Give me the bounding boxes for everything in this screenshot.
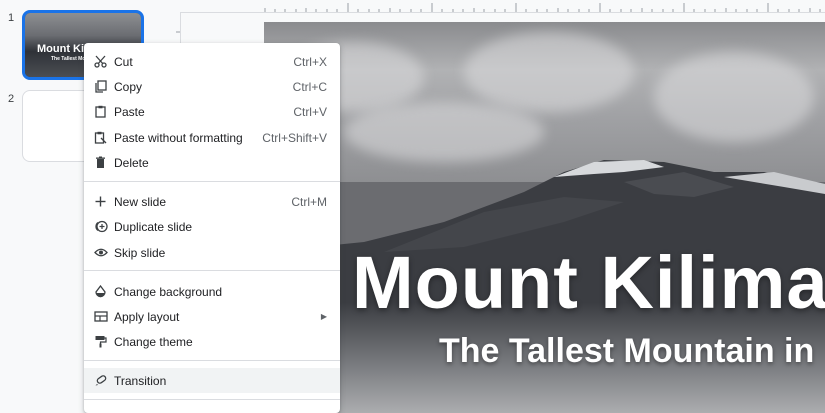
eye-icon: [93, 245, 108, 260]
menu-label: Delete: [114, 155, 149, 170]
paint-roller-icon: [93, 334, 108, 349]
menu-label: Change theme: [114, 334, 193, 349]
clipboard-icon: [93, 104, 108, 119]
menu-divider: [84, 181, 340, 182]
slide-number-2: 2: [8, 93, 15, 105]
slide-subtitle[interactable]: The Tallest Mountain in: [439, 332, 814, 371]
plus-icon: [93, 194, 108, 209]
menu-item-duplicate-slide[interactable]: Duplicate slide: [84, 214, 340, 239]
menu-shortcut: Ctrl+Shift+V: [262, 130, 327, 145]
menu-label: New slide: [114, 194, 167, 209]
copy-icon: [93, 79, 108, 94]
menu-item-apply-layout[interactable]: Apply layout ▶: [84, 304, 340, 329]
slide-canvas[interactable]: Mount Kilima The Tallest Mountain in: [264, 22, 825, 413]
menu-label: Cut: [114, 54, 133, 69]
trash-icon: [93, 155, 108, 170]
menu-divider: [84, 399, 340, 400]
menu-shortcut: Ctrl+C: [292, 79, 327, 94]
menu-label: Paste without formatting: [114, 130, 243, 145]
duplicate-icon: [93, 219, 108, 234]
menu-item-copy[interactable]: Copy Ctrl+C: [84, 74, 340, 99]
menu-item-change-theme[interactable]: Change theme: [84, 329, 340, 354]
slide-title[interactable]: Mount Kilima: [352, 240, 825, 325]
menu-divider: [84, 270, 340, 271]
layout-icon: [93, 309, 108, 324]
menu-shortcut: Ctrl+X: [293, 54, 327, 69]
menu-label: Transition: [114, 373, 167, 388]
menu-label: Change background: [114, 284, 223, 299]
transition-icon: [93, 373, 108, 388]
menu-item-transition[interactable]: Transition: [84, 368, 340, 393]
menu-item-cut[interactable]: Cut Ctrl+X: [84, 49, 340, 74]
menu-label: Duplicate slide: [114, 219, 193, 234]
menu-divider: [84, 360, 340, 361]
scissors-icon: [93, 54, 108, 69]
menu-shortcut: Ctrl+M: [291, 194, 327, 209]
menu-item-skip-slide[interactable]: Skip slide: [84, 240, 340, 265]
context-menu: Cut Ctrl+X Copy Ctrl+C Paste Ctrl+V Past…: [84, 43, 340, 413]
menu-item-paste[interactable]: Paste Ctrl+V: [84, 99, 340, 124]
menu-item-delete[interactable]: Delete: [84, 150, 340, 175]
menu-item-new-slide[interactable]: New slide Ctrl+M: [84, 189, 340, 214]
paste-plain-icon: [93, 130, 108, 145]
paint-drop-icon: [93, 284, 108, 299]
menu-label: Paste: [114, 104, 145, 119]
menu-item-change-background[interactable]: Change background: [84, 279, 340, 304]
slide-number-1: 1: [8, 12, 15, 24]
menu-shortcut: Ctrl+V: [293, 104, 327, 119]
menu-label: Copy: [114, 79, 143, 94]
horizontal-ruler[interactable]: [175, 0, 825, 13]
submenu-arrow-icon: ▶: [320, 312, 327, 321]
menu-label: Apply layout: [114, 309, 180, 324]
menu-label: Skip slide: [114, 245, 166, 260]
menu-item-paste-without-formatting[interactable]: Paste without formatting Ctrl+Shift+V: [84, 125, 340, 150]
